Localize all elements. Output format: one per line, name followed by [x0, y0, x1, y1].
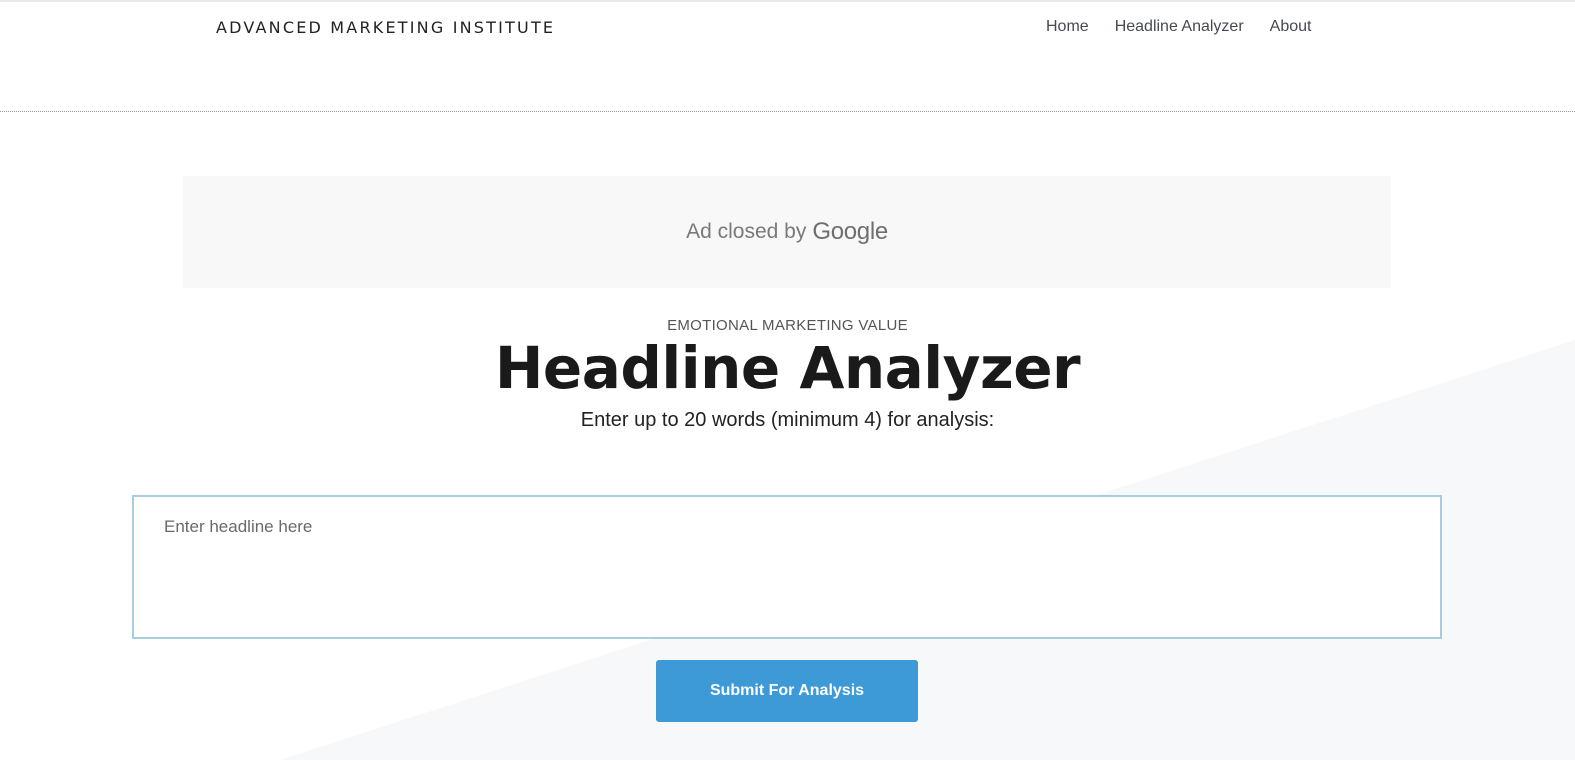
page-title: Headline Analyzer: [494, 334, 1081, 402]
main-nav: Home Headline Analyzer About: [1046, 17, 1311, 37]
hero-section: EMOTIONAL MARKETING VALUE Headline Analy…: [0, 316, 1575, 433]
headline-input[interactable]: [132, 495, 1442, 639]
site-header: ADVANCED MARKETING INSTITUTE Home Headli…: [0, 2, 1575, 112]
google-logo: Google: [812, 218, 888, 245]
instructions-text: Enter up to 20 words (minimum 4) for ana…: [580, 409, 995, 431]
nav-item-about[interactable]: About: [1270, 17, 1312, 37]
header-divider: [0, 111, 1575, 112]
site-brand[interactable]: ADVANCED MARKETING INSTITUTE: [216, 18, 555, 38]
nav-item-home[interactable]: Home: [1046, 17, 1089, 37]
submit-analysis-button[interactable]: Submit For Analysis: [656, 660, 918, 722]
ad-closed-text: Ad closed by: [686, 220, 807, 243]
ad-closed-banner: Ad closed by Google: [183, 176, 1391, 288]
nav-item-headline-analyzer[interactable]: Headline Analyzer: [1115, 17, 1244, 37]
